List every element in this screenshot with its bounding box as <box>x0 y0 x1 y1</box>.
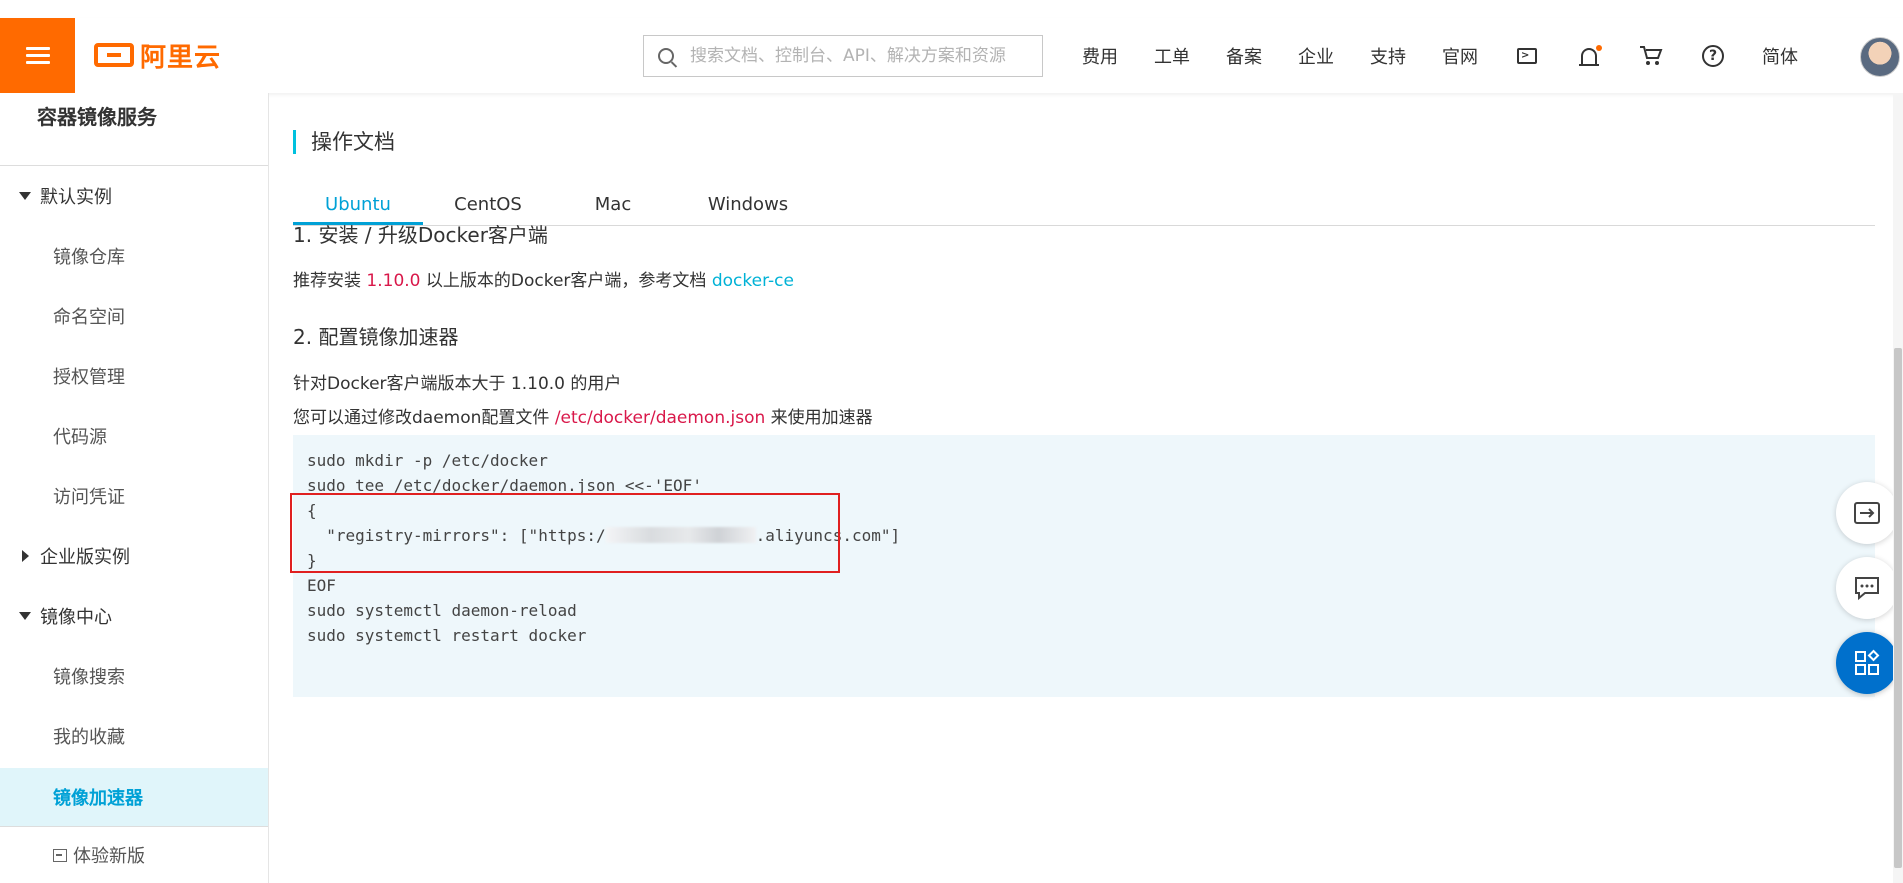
sidebar-group-label: 企业版实例 <box>40 547 130 568</box>
search-input[interactable] <box>688 45 1032 67</box>
sidebar-group-label: 镜像中心 <box>40 607 112 628</box>
sidebar-divider <box>0 165 268 166</box>
sidebar: 容器镜像服务 默认实例 镜像仓库 命名空间 授权管理 代码源 访问凭证 企业版实… <box>0 93 269 883</box>
sidebar-group-center[interactable]: 镜像中心 <box>0 596 268 636</box>
scrollbar-thumb[interactable] <box>1894 348 1902 868</box>
main-content: 操作文档 Ubuntu CentOS Mac Windows 1. 安装 / 升… <box>269 93 1903 883</box>
menu-icon <box>25 46 50 65</box>
export-icon <box>1854 502 1880 524</box>
sidebar-item-auth[interactable]: 授权管理 <box>0 347 268 405</box>
help-button[interactable]: ? <box>1700 43 1726 69</box>
help-icon: ? <box>1702 44 1724 67</box>
step2-line2: 您可以通过修改daemon配置文件 /etc/docker/daemon.jso… <box>293 403 873 428</box>
code-line: sudo mkdir -p /etc/docker <box>307 451 548 470</box>
nav-support[interactable]: 支持 <box>1370 43 1406 69</box>
float-export-button[interactable] <box>1836 482 1898 544</box>
apps-grid-icon <box>1855 649 1880 675</box>
sidebar-item-label: 代码源 <box>53 427 107 448</box>
step1-text-after: 以上版本的Docker客户端，参考文档 <box>425 271 707 291</box>
sidebar-group-enterprise[interactable]: 企业版实例 <box>0 536 268 576</box>
sidebar-item-label: 镜像搜索 <box>53 667 125 688</box>
sidebar-item-favorites[interactable]: 我的收藏 <box>0 707 268 765</box>
sidebar-item-label: 镜像仓库 <box>53 247 125 268</box>
terminal-button[interactable]: > <box>1514 43 1540 69</box>
step2-line1: 针对Docker客户端版本大于 1.10.0 的用户 <box>293 374 622 394</box>
caret-down-icon <box>19 192 31 200</box>
docker-ce-link[interactable]: docker-ce <box>712 271 794 291</box>
step1-text-before: 推荐安装 <box>293 271 361 291</box>
caret-down-icon <box>19 612 31 620</box>
cart-button[interactable] <box>1638 43 1664 69</box>
sidebar-group-default[interactable]: 默认实例 <box>0 176 268 216</box>
sidebar-item-label: 镜像加速器 <box>53 788 143 809</box>
sidebar-item-label: 访问凭证 <box>53 487 125 508</box>
chat-icon <box>1855 577 1879 601</box>
notification-dot <box>1596 44 1602 51</box>
nav-tickets[interactable]: 工单 <box>1154 43 1190 69</box>
page-scrollbar[interactable] <box>1893 93 1903 883</box>
nav-icp[interactable]: 备案 <box>1226 43 1262 69</box>
red-highlight-box <box>290 493 840 573</box>
browser-bookmarks-strip <box>0 0 1903 19</box>
sidebar-group-label: 默认实例 <box>40 187 112 208</box>
sidebar-title: 容器镜像服务 <box>37 105 157 129</box>
sidebar-item-credential[interactable]: 访问凭证 <box>0 467 268 525</box>
float-apps-button[interactable] <box>1836 632 1898 694</box>
float-chat-button[interactable] <box>1836 557 1898 619</box>
caret-right-icon <box>22 550 29 562</box>
sidebar-item-namespace[interactable]: 命名空间 <box>0 287 268 345</box>
cart-icon <box>1640 45 1663 65</box>
version-highlight: 1.10.0 <box>366 271 421 291</box>
tab-mac[interactable]: Mac <box>558 185 668 225</box>
terminal-icon: > <box>1517 47 1537 64</box>
new-version-label: 体验新版 <box>73 846 145 867</box>
sidebar-item-label: 我的收藏 <box>53 727 125 748</box>
code-line: sudo systemctl daemon-reload <box>307 601 577 620</box>
step2-text-after: 来使用加速器 <box>770 408 873 428</box>
nav-official[interactable]: 官网 <box>1442 43 1478 69</box>
nav-fees[interactable]: 费用 <box>1082 43 1118 69</box>
top-header: 阿里云 费用 工单 备案 企业 支持 官网 > ? 简体 <box>0 18 1903 93</box>
sidebar-item-search[interactable]: 镜像搜索 <box>0 647 268 705</box>
step2-text-before: 您可以通过修改daemon配置文件 <box>293 408 550 428</box>
code-line: EOF <box>307 576 336 595</box>
code-block[interactable]: sudo mkdir -p /etc/docker sudo tee /etc/… <box>290 435 1875 697</box>
header-nav: 费用 工单 备案 企业 支持 官网 > ? 简体 <box>1064 18 1816 93</box>
notification-button[interactable] <box>1576 43 1602 69</box>
new-version-icon <box>53 848 67 862</box>
tab-windows[interactable]: Windows <box>683 185 813 225</box>
step1-text: 推荐安装 1.10.0 以上版本的Docker客户端，参考文档 docker-c… <box>293 266 794 291</box>
sidebar-item-repo[interactable]: 镜像仓库 <box>0 227 268 285</box>
bell-icon <box>1579 47 1599 66</box>
try-new-version-link[interactable]: 体验新版 <box>53 843 145 867</box>
logo-mark-icon <box>94 43 134 67</box>
search-icon <box>658 48 674 64</box>
menu-button[interactable] <box>0 18 75 93</box>
avatar[interactable] <box>1860 37 1900 77</box>
sidebar-item-accelerator[interactable]: 镜像加速器 <box>0 768 268 826</box>
sidebar-divider <box>0 826 268 827</box>
config-path: /etc/docker/daemon.json <box>554 408 766 428</box>
sidebar-item-label: 授权管理 <box>53 367 125 388</box>
language-switch[interactable]: 简体 <box>1762 43 1798 69</box>
section-title: 操作文档 <box>293 130 395 154</box>
step1-title: 1. 安装 / 升级Docker客户端 <box>293 223 548 247</box>
sidebar-item-source[interactable]: 代码源 <box>0 407 268 465</box>
code-line: sudo systemctl restart docker <box>307 626 587 645</box>
logo-text: 阿里云 <box>140 42 222 73</box>
aliyun-logo[interactable]: 阿里云 <box>94 38 222 73</box>
nav-enterprise[interactable]: 企业 <box>1298 43 1334 69</box>
search-box[interactable] <box>643 35 1043 77</box>
step2-title: 2. 配置镜像加速器 <box>293 325 459 349</box>
sidebar-item-label: 命名空间 <box>53 307 125 328</box>
